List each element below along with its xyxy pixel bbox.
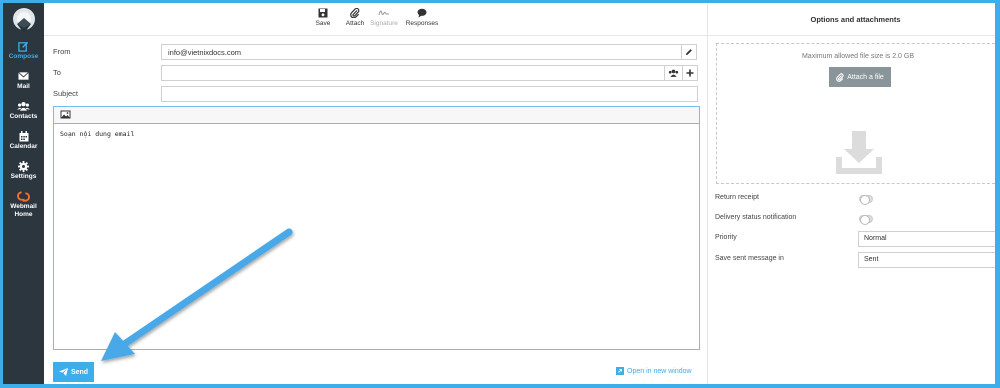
max-file-size-text: Maximum allowed file size is 2.0 GB (801, 53, 915, 60)
subject-label: Subject (53, 89, 79, 98)
edit-identity-button[interactable] (682, 44, 697, 60)
responses-button[interactable]: Responses (405, 8, 439, 27)
sidebar-item-label: Calendar (9, 143, 38, 150)
save-button[interactable]: Save (306, 8, 340, 27)
save-sent-label: Save sent message in (715, 255, 784, 262)
send-button[interactable]: Send (53, 362, 94, 382)
priority-select[interactable]: Normal (858, 231, 995, 247)
paperclip-icon (350, 8, 360, 18)
cpanel-icon (3, 191, 44, 203)
from-field[interactable]: info@vietnixdocs.com (161, 44, 682, 60)
speech-bubble-icon (417, 8, 427, 18)
save-sent-select[interactable]: Sent (858, 252, 995, 268)
gear-icon (3, 161, 44, 173)
delivery-status-toggle[interactable] (859, 215, 873, 225)
compose-toolbar: Save Attach Signature Responses (44, 3, 707, 36)
save-icon (318, 8, 328, 18)
signature-button[interactable]: Signature (367, 8, 401, 27)
subject-field[interactable] (161, 86, 698, 102)
sidebar-item-webmail-home[interactable]: Webmail Home (3, 191, 44, 219)
add-contact-button[interactable] (665, 65, 683, 81)
signature-icon (378, 10, 389, 16)
mail-icon (3, 71, 44, 83)
paperclip-icon (836, 72, 844, 82)
options-header: Options and attachments (708, 3, 995, 36)
editor-toolbar (54, 107, 699, 124)
download-icon (836, 129, 882, 177)
sidebar-item-settings[interactable]: Settings (3, 161, 44, 189)
to-field[interactable] (161, 65, 665, 81)
calendar-icon (3, 131, 44, 143)
image-icon[interactable] (60, 110, 71, 121)
contacts-icon (3, 101, 44, 113)
from-label: From (53, 47, 71, 56)
external-window-icon (616, 367, 624, 375)
to-label: To (53, 68, 61, 77)
sidebar: Compose Mail Contacts Calendar Settings (3, 3, 44, 384)
sidebar-item-compose[interactable]: Compose (3, 41, 44, 69)
add-header-button[interactable] (683, 65, 698, 81)
sidebar-item-label: Compose (8, 53, 39, 60)
roundcube-logo[interactable] (9, 6, 39, 36)
priority-label: Priority (715, 234, 737, 241)
attach-file-button[interactable]: Attach a file (829, 67, 891, 87)
sidebar-item-label: Mail (17, 83, 30, 90)
plus-icon (686, 69, 694, 77)
delivery-status-label: Delivery status notification (715, 214, 797, 221)
sidebar-item-label: Settings (10, 173, 37, 180)
message-body[interactable]: Soạn nội dung email (54, 124, 699, 144)
sidebar-item-calendar[interactable]: Calendar (3, 131, 44, 159)
sidebar-item-label: Contacts (9, 113, 38, 120)
open-in-new-window-link[interactable]: Open in new window (616, 367, 692, 375)
paper-plane-icon (58, 368, 68, 376)
contacts-icon (668, 69, 679, 77)
app-window: Compose Mail Contacts Calendar Settings (0, 0, 1000, 388)
pencil-icon (686, 49, 692, 55)
return-receipt-toggle[interactable] (859, 195, 873, 205)
attachment-dropzone[interactable]: Maximum allowed file size is 2.0 GB Atta… (716, 43, 995, 184)
sidebar-item-mail[interactable]: Mail (3, 71, 44, 99)
sidebar-item-label: Home (14, 211, 33, 218)
sidebar-item-label: Webmail (10, 203, 37, 210)
sidebar-item-contacts[interactable]: Contacts (3, 101, 44, 129)
compose-icon (3, 41, 44, 53)
return-receipt-label: Return receipt (715, 194, 759, 201)
message-editor[interactable]: Soạn nội dung email (53, 106, 700, 350)
